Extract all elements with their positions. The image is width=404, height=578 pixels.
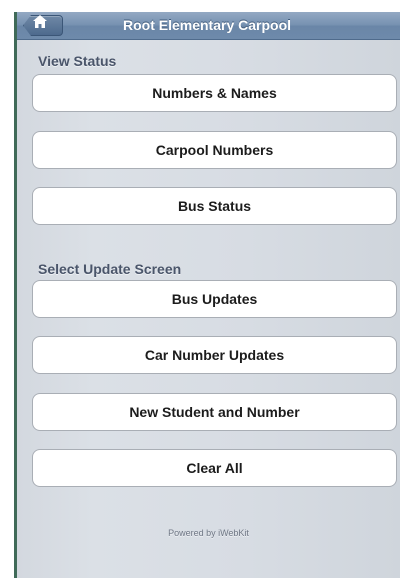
home-icon	[33, 15, 47, 28]
section-label-select-update-screen: Select Update Screen	[38, 261, 182, 277]
numbers-and-names-button[interactable]: Numbers & Names	[32, 74, 397, 112]
section-label-view-status: View Status	[38, 53, 117, 69]
phone-screen: Root Elementary Carpool View Status Numb…	[14, 12, 400, 578]
app-frame: Root Elementary Carpool View Status Numb…	[0, 0, 404, 578]
new-student-and-number-button[interactable]: New Student and Number	[32, 393, 397, 431]
powered-by-footer: Powered by iWebKit	[168, 528, 249, 538]
bus-updates-button[interactable]: Bus Updates	[32, 280, 397, 318]
bus-status-button[interactable]: Bus Status	[32, 187, 397, 225]
top-toolbar: Root Elementary Carpool	[17, 12, 400, 40]
app-title: Root Elementary Carpool	[122, 17, 292, 33]
carpool-numbers-button[interactable]: Carpool Numbers	[32, 131, 397, 169]
clear-all-button[interactable]: Clear All	[32, 449, 397, 487]
car-number-updates-button[interactable]: Car Number Updates	[32, 336, 397, 374]
